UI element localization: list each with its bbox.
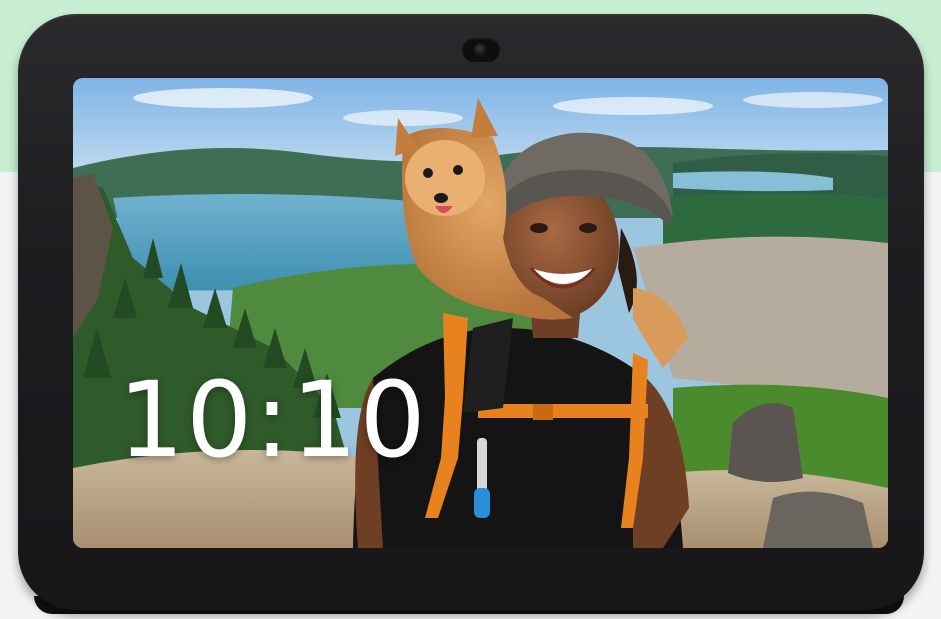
display-screen[interactable]: 10:10	[73, 78, 888, 548]
camera-icon	[462, 38, 500, 62]
camera-lens	[474, 43, 488, 57]
clock-time: 10:10	[118, 359, 428, 481]
